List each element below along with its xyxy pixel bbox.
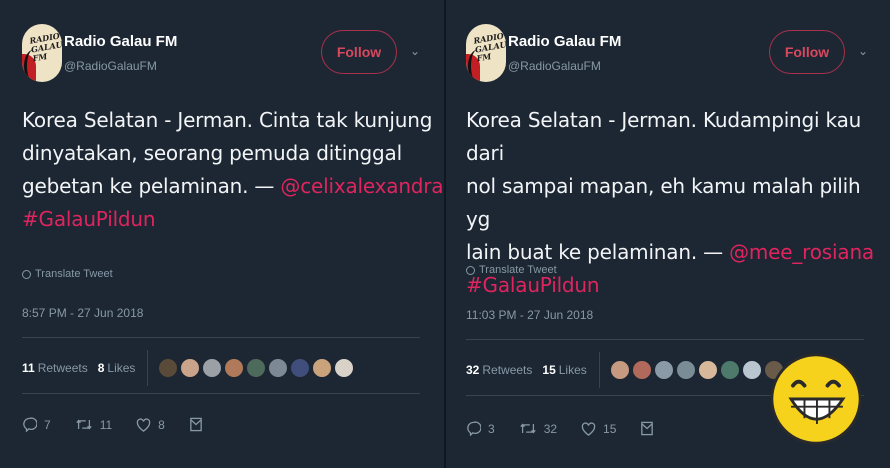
message-icon: [190, 417, 202, 432]
reply-icon: [23, 417, 37, 432]
tweet-text: Korea Selatan - Jerman. Cinta tak kunjun…: [22, 104, 444, 236]
tweet-line-text: lain buat ke pelaminan. —: [466, 240, 730, 264]
liker-avatar[interactable]: [631, 360, 652, 380]
like-button[interactable]: 8: [136, 418, 165, 432]
engagement-stats: 32 Retweets 15 Likes: [466, 352, 806, 388]
liker-avatar[interactable]: [719, 360, 740, 380]
liker-avatar[interactable]: [224, 358, 245, 378]
retweet-count: 32: [543, 421, 558, 436]
liker-avatar[interactable]: [653, 360, 674, 380]
follow-button[interactable]: Follow: [321, 30, 397, 74]
tweet-line: Korea Selatan - Jerman. Kudampingi kau d…: [466, 108, 862, 165]
retweets-stat[interactable]: 32 Retweets: [466, 363, 532, 377]
like-count: 15: [603, 421, 617, 436]
liker-avatar[interactable]: [158, 358, 179, 378]
reply-icon: [467, 421, 481, 436]
reply-count: 3: [488, 421, 495, 436]
retweet-button[interactable]: 32: [519, 421, 557, 436]
liker-avatar[interactable]: [741, 360, 762, 380]
account-handle[interactable]: @RadioGalauFM: [508, 59, 601, 73]
chevron-down-icon[interactable]: ⌄: [858, 44, 868, 58]
account-name[interactable]: Radio Galau FM: [64, 33, 177, 50]
liker-avatars: [158, 358, 355, 378]
tweet-line: gebetan ke pelaminan. — @celixalexandra: [22, 170, 444, 203]
liker-avatar[interactable]: [312, 358, 333, 378]
tweet-line: dinyatakan, seorang pemuda ditinggal: [22, 141, 402, 165]
account-name[interactable]: Radio Galau FM: [508, 33, 621, 50]
tweet-actions: 3 32 15: [466, 421, 678, 436]
retweet-count: 11: [99, 417, 113, 432]
liker-avatar[interactable]: [202, 358, 223, 378]
tweet-line: Korea Selatan - Jerman. Cinta tak kunjun…: [22, 108, 433, 132]
translate-tweet[interactable]: Translate Tweet: [22, 268, 113, 280]
mention-link[interactable]: @mee_rosiana: [729, 240, 874, 264]
heart-icon: [581, 421, 596, 436]
direct-message-button[interactable]: [189, 417, 203, 432]
liker-avatar[interactable]: [675, 360, 696, 380]
likes-stat[interactable]: 15 Likes: [542, 363, 586, 377]
liker-avatar[interactable]: [180, 358, 201, 378]
hashtag-link[interactable]: #GalauPildun: [466, 273, 600, 297]
retweets-stat[interactable]: 11 Retweets: [22, 361, 88, 375]
avatar-logo-text: RADIO GALAU FM: [472, 30, 508, 64]
liker-avatar[interactable]: [334, 358, 355, 378]
avatar[interactable]: RADIO GALAU FM: [22, 24, 64, 82]
hashtag-link[interactable]: #GalauPildun: [22, 207, 156, 231]
chevron-down-icon[interactable]: ⌄: [410, 44, 420, 58]
reply-count: 7: [44, 417, 51, 432]
message-icon: [641, 421, 654, 436]
liker-avatar[interactable]: [268, 358, 289, 378]
retweet-button[interactable]: 11: [75, 417, 112, 432]
stats-bottom-divider: [22, 393, 420, 394]
tweet-timestamp[interactable]: 8:57 PM - 27 Jun 2018: [22, 306, 143, 320]
avatar[interactable]: RADIO GALAU FM: [466, 24, 508, 82]
tweet-timestamp[interactable]: 11:03 PM - 27 Jun 2018: [466, 308, 593, 322]
translate-label: Translate Tweet: [479, 264, 557, 276]
retweet-icon: [519, 423, 536, 434]
likes-stat[interactable]: 8 Likes: [98, 361, 136, 375]
heart-icon: [136, 417, 151, 432]
translate-label: Translate Tweet: [35, 268, 113, 280]
tweet-line: nol sampai mapan, eh kamu malah pilih yg: [466, 174, 861, 231]
tweet-actions: 7 11 8: [22, 417, 227, 432]
reply-button[interactable]: 3: [466, 421, 495, 436]
liker-avatar[interactable]: [290, 358, 311, 378]
direct-message-button[interactable]: [640, 421, 654, 436]
liker-avatar[interactable]: [609, 360, 630, 380]
like-button[interactable]: 15: [581, 422, 616, 436]
liker-avatar[interactable]: [246, 358, 267, 378]
liker-avatar[interactable]: [697, 360, 718, 380]
tweet-card: RADIO GALAU FM Radio Galau FM @RadioGala…: [0, 0, 444, 468]
like-count: 8: [158, 417, 165, 432]
reply-button[interactable]: 7: [22, 417, 51, 432]
translate-tweet[interactable]: Translate Tweet: [466, 264, 557, 276]
avatar-logo-text: RADIO GALAU FM: [28, 30, 64, 64]
account-handle[interactable]: @RadioGalauFM: [64, 59, 157, 73]
stats-top-divider: [466, 339, 864, 340]
retweet-icon: [75, 419, 92, 430]
stats-top-divider: [22, 337, 420, 338]
mention-link[interactable]: @celixalexandra: [280, 174, 443, 198]
laughing-smiley-icon: [770, 353, 862, 445]
follow-button[interactable]: Follow: [769, 30, 845, 74]
globe-icon: [22, 269, 31, 279]
engagement-stats: 11 Retweets 8 Likes: [22, 350, 355, 386]
tweet-line-text: gebetan ke pelaminan. —: [22, 174, 281, 198]
globe-icon: [466, 265, 475, 275]
